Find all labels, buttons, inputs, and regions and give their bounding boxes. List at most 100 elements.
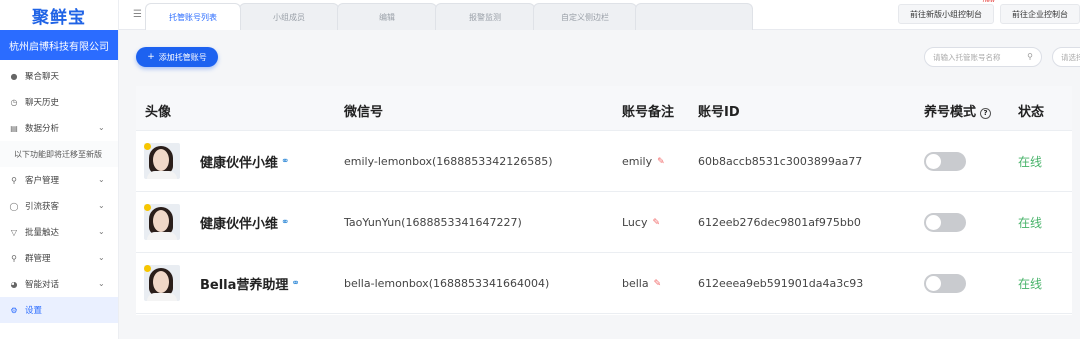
- remark-cell: emily ✎: [622, 131, 665, 192]
- logo-text: 聚鲜宝: [32, 7, 86, 28]
- wechat-cell: bella-lemonbox(1688853341664004): [344, 253, 549, 314]
- sidebar-item-label: 智能对话: [25, 280, 60, 290]
- tab-custom-sidebar[interactable]: 自定义侧边栏: [533, 3, 637, 30]
- sidebar-item-ai-chat[interactable]: ◕ 智能对话 ⌄: [0, 271, 118, 297]
- wechat-cell: emily-lemonbox(1688853342126585): [344, 131, 553, 192]
- crown-icon: [144, 143, 151, 150]
- header-mode: 养号模式?: [924, 101, 992, 120]
- table-row: 健康伙伴小维 ⚭ TaoYunYun(1688853341647227) Luc…: [136, 192, 1072, 253]
- wechat-id: emily-lemonbox(1688853342126585): [344, 155, 553, 168]
- account-id-cell: 612eeb276dec9801af975bb0: [698, 192, 861, 253]
- search-icon[interactable]: ⚲: [1027, 52, 1033, 61]
- lightbulb-icon: ◕: [10, 279, 18, 289]
- chat-icon[interactable]: ⚭: [281, 217, 289, 228]
- table-row: 健康伙伴小维 ⚭ emily-lemonbox(1688853342126585…: [136, 131, 1072, 192]
- remark-text: emily: [622, 155, 653, 168]
- status-badge: 在线: [1018, 277, 1043, 291]
- mode-cell: [924, 192, 966, 253]
- chevron-down-icon: ⌄: [98, 201, 105, 210]
- user-icon: ◯: [9, 201, 19, 211]
- sidebar-item-analytics[interactable]: ▤ 数据分析 ⌄: [0, 115, 118, 141]
- filter-select[interactable]: 请选择: [1052, 47, 1080, 67]
- gear-icon: ⚙: [10, 305, 18, 315]
- edit-icon[interactable]: ✎: [654, 279, 662, 289]
- chat-icon[interactable]: ⚭: [281, 156, 289, 167]
- remark-text: bella: [622, 277, 649, 290]
- sidebar-item-label: 聚合聊天: [25, 72, 60, 82]
- tab-blank[interactable]: [635, 3, 753, 30]
- status-cell: 在线: [1018, 253, 1042, 314]
- avatar: [144, 204, 180, 240]
- tab-label: 自定义侧边栏: [561, 12, 609, 22]
- account-id: 612eeea9eb591901da4a3c93: [698, 277, 864, 290]
- select-placeholder: 请选择: [1061, 52, 1080, 62]
- toggle-knob: [926, 215, 941, 230]
- chevron-down-icon: ⌄: [98, 123, 105, 132]
- plus-icon: +: [147, 52, 155, 62]
- toggle-knob: [926, 154, 941, 169]
- avatar-shirt: [147, 232, 177, 240]
- sidebar-item-chat[interactable]: ● 聚合聊天: [0, 63, 118, 89]
- sidebar-item-label: 批量触达: [25, 228, 60, 238]
- avatar-shirt: [147, 171, 177, 179]
- sidebar-item-label: 聊天历史: [25, 98, 60, 108]
- chat-icon[interactable]: ⚭: [291, 278, 299, 289]
- tab-group-members[interactable]: 小组成员: [239, 3, 339, 30]
- button-label: 前往企业控制台: [1012, 9, 1068, 19]
- main-content: + 添加托管账号 请输入托管账号名称 ⚲ 请选择 头像 微信号 账号备注 账号I…: [119, 31, 1080, 339]
- sidebar-item-label: 群管理: [25, 254, 51, 264]
- sidebar-menu: ● 聚合聊天 ◷ 聊天历史 ▤ 数据分析 ⌄ 以下功能即将迁移至新版 ⚲ 客户管…: [0, 60, 118, 323]
- sidebar-item-settings[interactable]: ⚙ 设置: [0, 297, 118, 323]
- account-name-cell: 健康伙伴小维 ⚭: [200, 131, 289, 192]
- sidebar-item-leads[interactable]: ◯ 引流获客 ⌄: [0, 193, 118, 219]
- toggle-knob: [926, 276, 941, 291]
- wechat-id: TaoYunYun(1688853341647227): [344, 216, 522, 229]
- edit-icon[interactable]: ✎: [652, 218, 660, 228]
- avatar-shirt: [147, 293, 177, 301]
- sidebar-item-label: 客户管理: [25, 176, 60, 186]
- mode-toggle[interactable]: [924, 274, 966, 293]
- avatar: [144, 143, 180, 179]
- sidebar-item-history[interactable]: ◷ 聊天历史: [0, 89, 118, 115]
- tab-managed-accounts[interactable]: 托管账号列表: [145, 3, 241, 30]
- sidebar-item-label: 引流获客: [25, 202, 60, 212]
- new-group-console-button[interactable]: 前往新版小组控制台 new: [898, 0, 995, 24]
- header-remark: 账号备注: [622, 105, 675, 120]
- menu-toggle-icon[interactable]: ☰: [133, 9, 145, 20]
- header-wechat: 微信号: [344, 105, 384, 120]
- table-header: 头像 微信号 账号备注 账号ID 养号模式? 状态: [136, 86, 1072, 131]
- crown-icon: [144, 265, 151, 272]
- enterprise-console-button[interactable]: 前往企业控制台: [1000, 4, 1080, 24]
- sidebar: 聚鲜宝 杭州启博科技有限公司 ● 聚合聊天 ◷ 聊天历史 ▤ 数据分析 ⌄ 以下…: [0, 0, 119, 339]
- search-input[interactable]: 请输入托管账号名称 ⚲: [924, 47, 1042, 67]
- logo: 聚鲜宝: [0, 0, 118, 30]
- edit-icon[interactable]: ✎: [657, 157, 665, 167]
- mode-toggle[interactable]: [924, 152, 966, 171]
- button-label: 添加托管账号: [158, 52, 207, 62]
- add-managed-account-button[interactable]: + 添加托管账号: [136, 47, 218, 67]
- accounts-table: 头像 微信号 账号备注 账号ID 养号模式? 状态 健康伙伴小维 ⚭ emily…: [136, 86, 1072, 315]
- help-icon[interactable]: ?: [980, 107, 992, 119]
- top-bar: ☰ 托管账号列表 小组成员 编辑 报警监测 自定义侧边栏 前往新版小组控制台 n…: [119, 0, 1080, 30]
- tab-alerts[interactable]: 报警监测: [435, 3, 535, 30]
- tab-label: 编辑: [379, 12, 395, 22]
- mode-toggle[interactable]: [924, 213, 966, 232]
- account-name: 健康伙伴小维: [200, 156, 279, 171]
- header-account-id: 账号ID: [698, 105, 740, 120]
- tab-bar: 托管账号列表 小组成员 编辑 报警监测 自定义侧边栏: [145, 3, 753, 30]
- avatar-face: [153, 210, 169, 232]
- sidebar-item-groups[interactable]: ⚲ 群管理 ⌄: [0, 245, 118, 271]
- tab-label: 小组成员: [273, 12, 305, 22]
- account-id: 612eeb276dec9801af975bb0: [698, 216, 861, 229]
- crown-icon: [144, 204, 151, 211]
- account-name: Bella营养助理: [200, 278, 289, 293]
- bar-chart-icon: ▤: [10, 123, 18, 133]
- sidebar-item-broadcast[interactable]: ▽ 批量触达 ⌄: [0, 219, 118, 245]
- company-name[interactable]: 杭州启博科技有限公司: [0, 30, 118, 60]
- remark-cell: Lucy ✎: [622, 192, 660, 253]
- tab-edit[interactable]: 编辑: [337, 3, 437, 30]
- sidebar-item-customers[interactable]: ⚲ 客户管理 ⌄: [0, 167, 118, 193]
- account-name: 健康伙伴小维: [200, 217, 279, 232]
- table-row: Bella营养助理 ⚭ bella-lemonbox(1688853341664…: [136, 253, 1072, 314]
- mode-cell: [924, 131, 966, 192]
